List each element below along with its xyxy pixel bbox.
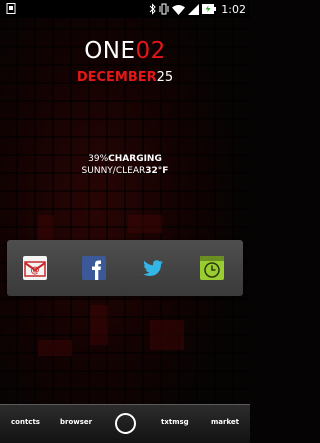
status-bar[interactable]: 1:02 bbox=[0, 0, 250, 18]
status-time: 1:02 bbox=[221, 2, 246, 16]
twitter-icon[interactable] bbox=[141, 256, 165, 280]
bottom-navigation: contcts browser txtmsg market bbox=[0, 404, 250, 443]
clock-app-icon[interactable] bbox=[200, 256, 224, 280]
tab-contacts[interactable]: contcts bbox=[11, 418, 40, 426]
clock-time[interactable]: ONE02 bbox=[0, 38, 250, 64]
signal-icon bbox=[188, 3, 200, 15]
clock-hour: ONE bbox=[84, 38, 136, 64]
battery-state: CHARGING bbox=[108, 154, 162, 164]
battery-status[interactable]: 39%CHARGING bbox=[0, 154, 250, 164]
clock-day: 25 bbox=[156, 70, 174, 85]
tab-messages[interactable]: txtmsg bbox=[161, 418, 189, 426]
wallpaper-pattern bbox=[128, 215, 162, 233]
notification-icon bbox=[6, 3, 16, 14]
clock-date[interactable]: DECEMBER25 bbox=[0, 70, 250, 85]
wifi-icon bbox=[172, 4, 186, 15]
battery-percent: 39% bbox=[88, 154, 109, 164]
wallpaper-pattern bbox=[150, 320, 184, 350]
bluetooth-icon bbox=[149, 3, 157, 15]
tab-market[interactable]: market bbox=[211, 418, 239, 426]
battery-charging-icon bbox=[202, 4, 217, 14]
home-button[interactable] bbox=[115, 413, 136, 434]
clock-month: DECEMBER bbox=[76, 70, 157, 85]
vibrate-icon bbox=[159, 3, 169, 15]
tab-browser[interactable]: browser bbox=[60, 418, 92, 426]
weather-status[interactable]: SUNNY/CLEAR32°F bbox=[0, 166, 250, 176]
app-dock: @ bbox=[7, 240, 243, 296]
clock-minute: 02 bbox=[135, 38, 166, 64]
weather-temperature: 32°F bbox=[145, 166, 169, 176]
svg-text:@: @ bbox=[31, 266, 40, 276]
weather-condition: SUNNY/CLEAR bbox=[81, 166, 146, 176]
wallpaper-pattern bbox=[90, 305, 108, 345]
facebook-icon[interactable] bbox=[82, 256, 106, 280]
status-icons: 1:02 bbox=[149, 2, 246, 16]
wallpaper-pattern bbox=[38, 340, 72, 356]
email-icon[interactable]: @ bbox=[23, 256, 47, 280]
